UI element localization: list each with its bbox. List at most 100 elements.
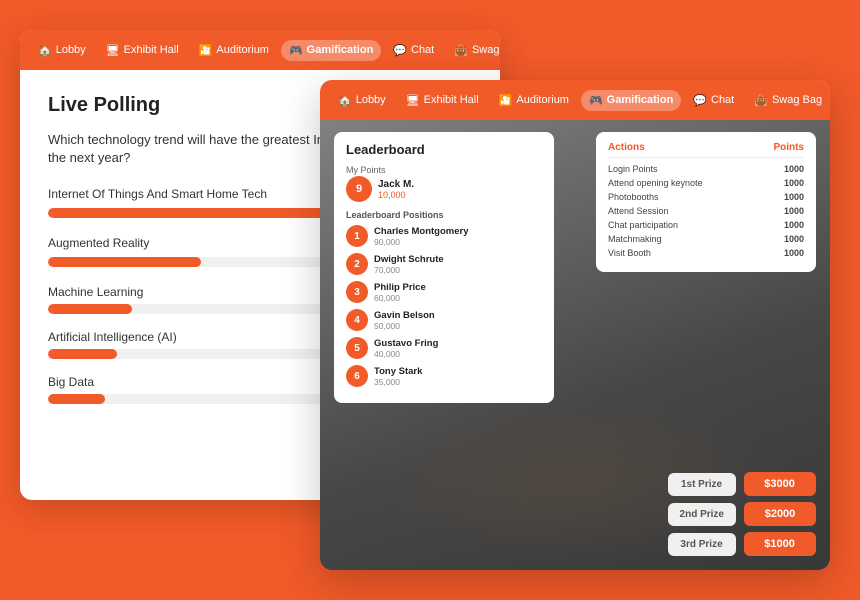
my-points-value: 10,000 [378,190,414,200]
action-row-6: Matchmaking 1000 [608,234,804,244]
action-4-pts: 1000 [784,206,804,216]
action-row-5: Chat participation 1000 [608,220,804,230]
nav-lobby-back[interactable]: 🏠 Lobby [30,40,94,61]
nav-swagbag-label: Swag Bag [472,44,500,56]
rank-3-name: Philip Price [374,282,426,293]
rank-2-pts: 70,000 [374,265,444,275]
rank-1-circle: 1 [346,225,368,247]
poll-bar-fill-3 [48,304,132,314]
monitor-icon-front: 🖥 [406,94,420,107]
nav-auditorium-front[interactable]: 🎦 Auditorium [491,90,577,111]
prize-2-label: 2nd Prize [668,503,736,526]
nav-gamification-label-front: Gamification [607,94,674,106]
rank-4-pts: 50,000 [374,321,435,331]
rank-5-circle: 5 [346,337,368,359]
rank-4-circle: 4 [346,309,368,331]
nav-swagbag-front[interactable]: 👜 Swag Bag [746,90,830,111]
poll-bar-fill-1 [48,208,354,218]
rank-2-circle: 2 [346,253,368,275]
nav-gamification-front[interactable]: 🎮 Gamification [581,90,681,111]
leaderboard-background: Leaderboard My Points 9 Jack M. 10,000 L… [320,120,830,570]
rank-5-info: Gustavo Fring 40,000 [374,338,438,359]
prize-3-label: 3rd Prize [668,533,736,556]
rank-4-info: Gavin Belson 50,000 [374,310,435,331]
my-points-row: 9 Jack M. 10,000 [346,176,542,202]
nav-chat-front[interactable]: 💬 Chat [685,90,742,111]
actions-panel: Actions Points Login Points 1000 Attend … [596,132,816,272]
action-row-3: Photobooths 1000 [608,192,804,202]
action-1-name: Login Points [608,164,658,174]
home-icon-front: 🏠 [338,94,352,107]
prize-row-1: 1st Prize $3000 [668,472,816,496]
nav-exhibit-label-front: Exhibit Hall [424,94,479,106]
action-row-1: Login Points 1000 [608,164,804,174]
rank-2-info: Dwight Schrute 70,000 [374,254,444,275]
rank-6-pts: 35,000 [374,377,422,387]
nav-chat-back[interactable]: 💬 Chat [385,40,442,61]
action-1-pts: 1000 [784,164,804,174]
rank-3-circle: 3 [346,281,368,303]
rank-3-pts: 60,000 [374,293,426,303]
nav-swagbag-label-front: Swag Bag [772,94,822,106]
gamification-icon-front: 🎮 [589,94,603,107]
lb-title: Leaderboard [346,142,542,157]
rank-2-name: Dwight Schrute [374,254,444,265]
chat-icon: 💬 [393,44,407,57]
nav-lobby-front[interactable]: 🏠 Lobby [330,90,394,111]
nav-gamification-label: Gamification [307,44,374,56]
action-2-name: Attend opening keynote [608,178,703,188]
prize-2-amount: $2000 [744,502,816,526]
prize-1-label: 1st Prize [668,473,736,496]
actions-header: Actions Points [608,142,804,158]
actions-col-label: Actions [608,142,645,153]
action-2-pts: 1000 [784,178,804,188]
action-5-pts: 1000 [784,220,804,230]
bag-icon: 👜 [454,44,468,57]
rank-4-name: Gavin Belson [374,310,435,321]
poll-bar-fill-5 [48,394,105,404]
points-col-label: Points [773,142,804,153]
nav-auditorium-label: Auditorium [216,44,269,56]
rank-6-name: Tony Stark [374,366,422,377]
my-name: Jack M. [378,179,414,190]
lb-row-5: 5 Gustavo Fring 40,000 [346,337,542,359]
action-4-name: Attend Session [608,206,669,216]
prize-1-amount: $3000 [744,472,816,496]
lb-row-6: 6 Tony Stark 35,000 [346,365,542,387]
action-5-name: Chat participation [608,220,678,230]
chat-icon-front: 💬 [693,94,707,107]
auditorium-icon: 🎦 [199,44,213,57]
nav-exhibit-back[interactable]: 🖥 Exhibit Hall [98,40,187,61]
action-7-name: Visit Booth [608,248,651,258]
positions-label: Leaderboard Positions [346,210,542,220]
user-avatar: 9 [346,176,372,202]
nav-auditorium-label-front: Auditorium [516,94,569,106]
leaderboard-window: 🏠 Lobby 🖥 Exhibit Hall 🎦 Auditorium 🎮 Ga… [320,80,830,570]
action-row-2: Attend opening keynote 1000 [608,178,804,188]
gamification-icon: 🎮 [289,44,303,57]
poll-bar-fill-2 [48,257,201,267]
prize-row-3: 3rd Prize $1000 [668,532,816,556]
nav-swagbag-back[interactable]: 👜 Swag Bag [446,40,500,61]
prize-row-2: 2nd Prize $2000 [668,502,816,526]
action-3-pts: 1000 [784,192,804,202]
rank-5-name: Gustavo Fring [374,338,438,349]
lb-row-3: 3 Philip Price 60,000 [346,281,542,303]
action-row-7: Visit Booth 1000 [608,248,804,258]
my-info: Jack M. 10,000 [378,179,414,200]
nav-exhibit-front[interactable]: 🖥 Exhibit Hall [398,90,487,111]
leaderboard-panel: Leaderboard My Points 9 Jack M. 10,000 L… [334,132,554,403]
rank-1-info: Charles Montgomery 90,000 [374,226,469,247]
rank-1-name: Charles Montgomery [374,226,469,237]
nav-gamification-back[interactable]: 🎮 Gamification [281,40,381,61]
my-points-label: My Points [346,165,542,175]
nav-auditorium-back[interactable]: 🎦 Auditorium [191,40,277,61]
auditorium-icon-front: 🎦 [499,94,513,107]
poll-bar-fill-4 [48,349,117,359]
prizes-panel: 1st Prize $3000 2nd Prize $2000 3rd Priz… [668,472,816,556]
rank-6-info: Tony Stark 35,000 [374,366,422,387]
monitor-icon: 🖥 [106,44,120,57]
nav-bar-back: 🏠 Lobby 🖥 Exhibit Hall 🎦 Auditorium 🎮 Ga… [20,30,500,70]
action-7-pts: 1000 [784,248,804,258]
rank-5-pts: 40,000 [374,349,438,359]
